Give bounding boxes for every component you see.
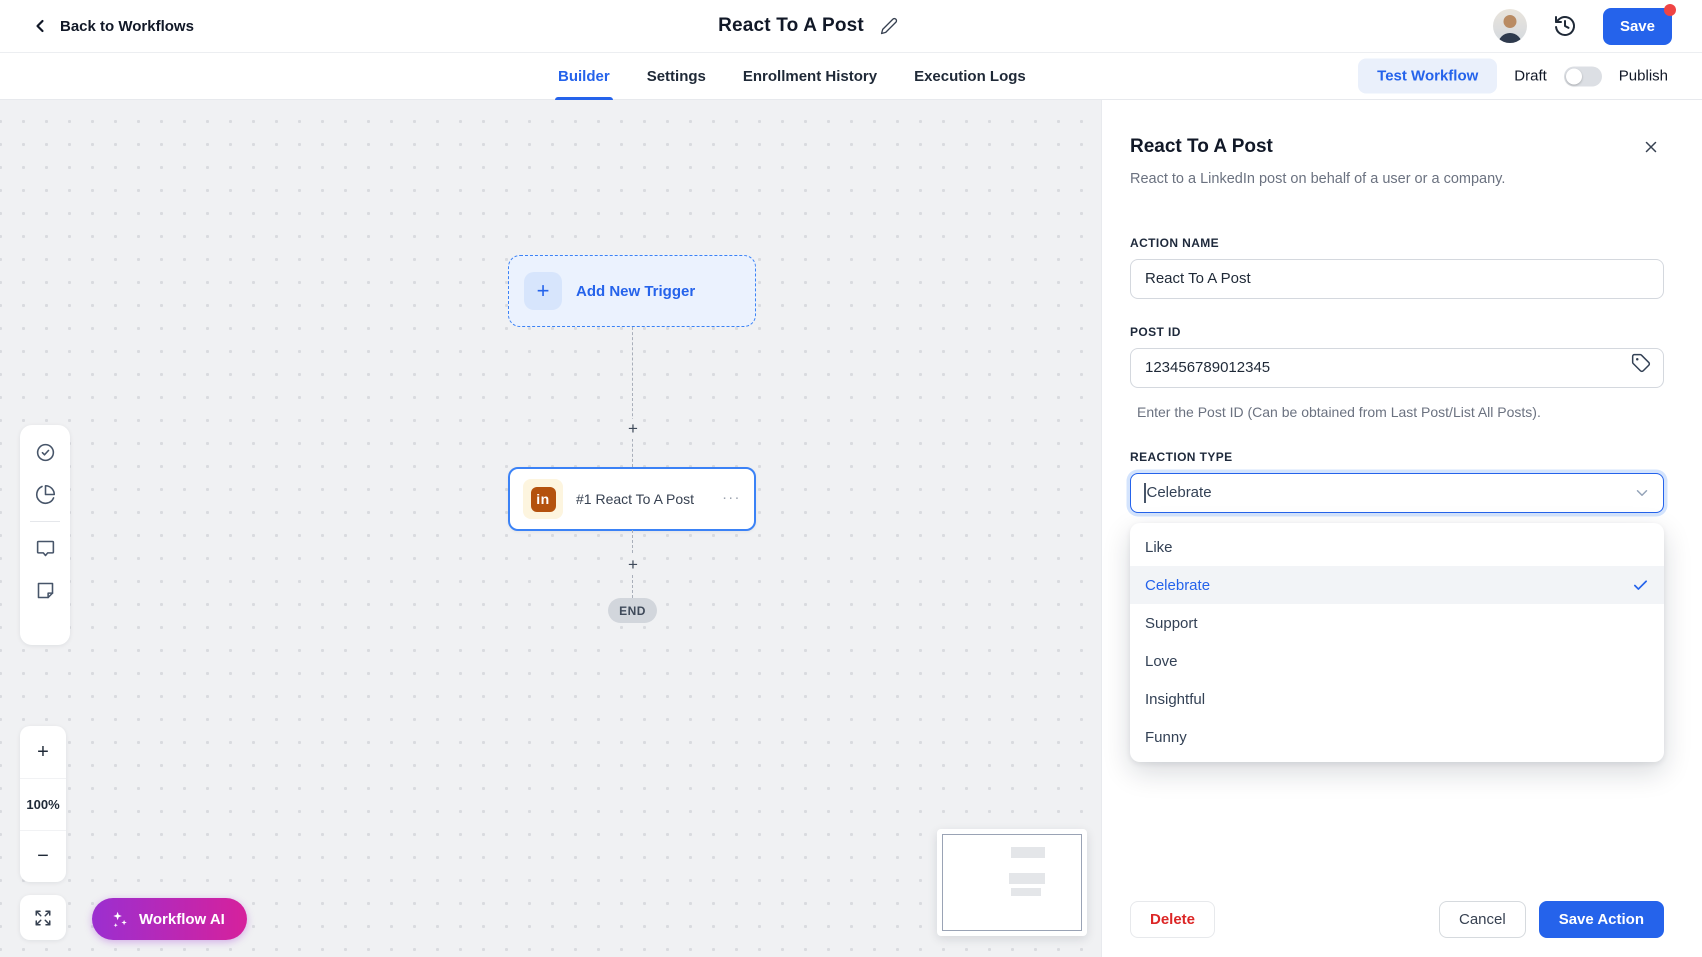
add-step-plus-button[interactable]: + (623, 555, 643, 575)
canvas-side-toolbar (20, 425, 70, 645)
action-node-label: #1 React To A Post (576, 491, 695, 507)
tag-variable-icon[interactable] (1631, 353, 1651, 373)
minimap-node (1009, 873, 1045, 884)
publish-toggle[interactable] (1563, 66, 1602, 86)
tab-builder[interactable]: Builder (555, 53, 613, 100)
sparkles-icon (113, 911, 127, 927)
add-step-plus-button[interactable]: + (623, 419, 643, 439)
panel-title: React To A Post (1130, 136, 1273, 157)
cancel-button[interactable]: Cancel (1438, 901, 1526, 938)
minimap-node (1011, 888, 1041, 896)
option-celebrate[interactable]: Celebrate (1130, 566, 1664, 604)
comment-icon[interactable] (35, 538, 56, 559)
action-name-input[interactable] (1130, 258, 1664, 299)
draft-label: Draft (1514, 67, 1547, 85)
sticky-note-icon[interactable] (35, 580, 56, 601)
plus-icon: + (524, 272, 562, 310)
text-caret (1144, 482, 1146, 503)
option-like[interactable]: Like (1130, 528, 1664, 566)
close-panel-button[interactable] (1642, 138, 1664, 160)
post-id-helper: Enter the Post ID (Can be obtained from … (1137, 403, 1541, 420)
tab-bar-right: Test Workflow Draft Publish (1358, 58, 1668, 94)
workflow-ai-button[interactable]: Workflow AI (92, 898, 247, 940)
top-bar: Back to Workflows React To A Post Save (0, 0, 1702, 53)
page-title: React To A Post (718, 15, 864, 36)
tab-enrollment-history[interactable]: Enrollment History (743, 53, 877, 99)
panel-description: React to a LinkedIn post on behalf of a … (1130, 171, 1506, 187)
publish-label: Publish (1618, 67, 1668, 85)
reaction-type-label: REACTION TYPE (1130, 449, 1233, 464)
action-config-panel: React To A Post React to a LinkedIn post… (1101, 100, 1702, 957)
save-button[interactable]: Save (1602, 3, 1676, 45)
pie-chart-icon[interactable] (35, 484, 56, 505)
back-to-workflows-button[interactable]: Back to Workflows (30, 16, 194, 36)
action-node-react-to-a-post[interactable]: in #1 React To A Post ... (508, 467, 756, 531)
unsaved-changes-dot (1664, 3, 1676, 16)
chevron-down-icon (1636, 489, 1648, 496)
option-funny[interactable]: Funny (1130, 718, 1664, 756)
action-name-label: ACTION NAME (1130, 235, 1220, 250)
node-more-menu[interactable]: ... (722, 487, 741, 508)
tab-execution-logs[interactable]: Execution Logs (914, 53, 1026, 99)
option-insightful[interactable]: Insightful (1130, 680, 1664, 718)
tabs: Builder Settings Enrollment History Exec… (555, 53, 1026, 100)
tab-settings[interactable]: Settings (647, 53, 706, 99)
save-label: Save (1619, 17, 1655, 35)
end-node: END (608, 598, 657, 623)
panel-footer: Delete Cancel Save Action (1130, 901, 1664, 938)
trigger-label: Add New Trigger (576, 282, 696, 300)
reaction-type-value: Celebrate (1146, 484, 1212, 502)
option-love[interactable]: Love (1130, 642, 1664, 680)
back-label: Back to Workflows (60, 17, 194, 35)
edit-title-icon[interactable] (880, 17, 898, 35)
close-icon (1645, 141, 1657, 153)
reaction-type-dropdown: Like Celebrate Support Love Insightful F… (1130, 523, 1664, 762)
toggle-knob (1565, 68, 1582, 84)
test-workflow-button[interactable]: Test Workflow (1358, 58, 1498, 94)
workflow-title-wrap: React To A Post (718, 15, 898, 37)
reaction-type-select[interactable]: Celebrate (1130, 472, 1664, 513)
zoom-level: 100% (20, 778, 66, 830)
main-area: + Add New Trigger + in #1 React To A Pos… (0, 100, 1702, 957)
linkedin-icon: in (523, 479, 563, 519)
save-action-button[interactable]: Save Action (1538, 901, 1664, 938)
connector-line (632, 327, 633, 467)
minimap-node (1011, 847, 1045, 858)
workflow-canvas[interactable]: + Add New Trigger + in #1 React To A Pos… (0, 100, 1101, 957)
zoom-in-button[interactable]: + (20, 726, 66, 778)
circle-check-icon[interactable] (35, 442, 56, 463)
top-bar-right: Save (1492, 3, 1676, 45)
workflow-ai-label: Workflow AI (139, 910, 225, 928)
chevron-left-icon (36, 19, 44, 33)
post-id-input[interactable] (1130, 347, 1664, 388)
check-icon (1633, 579, 1648, 590)
expand-icon (35, 910, 51, 925)
user-avatar[interactable] (1492, 9, 1527, 43)
toolbar-divider (30, 521, 60, 522)
zoom-out-button[interactable]: − (20, 830, 66, 882)
version-history-icon[interactable] (1553, 14, 1577, 38)
tab-bar: Builder Settings Enrollment History Exec… (0, 53, 1702, 100)
delete-button[interactable]: Delete (1130, 901, 1216, 938)
zoom-controls: + 100% − (20, 726, 66, 882)
add-new-trigger-node[interactable]: + Add New Trigger (508, 255, 756, 327)
minimap[interactable] (937, 829, 1087, 936)
fit-view-button[interactable] (20, 895, 66, 940)
minimap-viewport (942, 834, 1082, 931)
option-support[interactable]: Support (1130, 604, 1664, 642)
post-id-label: POST ID (1130, 324, 1181, 339)
